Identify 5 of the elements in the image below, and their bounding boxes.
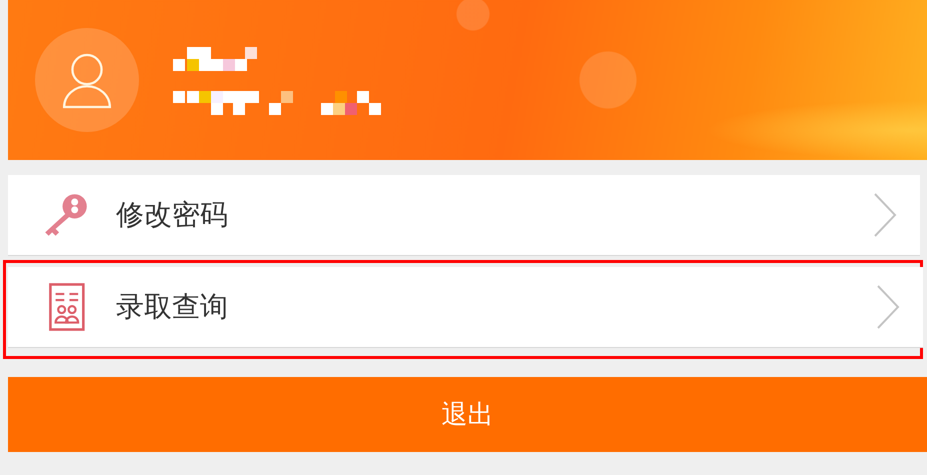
menu-item[interactable]: 录取查询: [8, 267, 923, 348]
avatar-icon: [35, 28, 139, 132]
chevron-right-icon: [872, 192, 898, 238]
menu-item[interactable]: 修改密码: [8, 175, 920, 256]
chevron-right-icon: [875, 284, 901, 330]
